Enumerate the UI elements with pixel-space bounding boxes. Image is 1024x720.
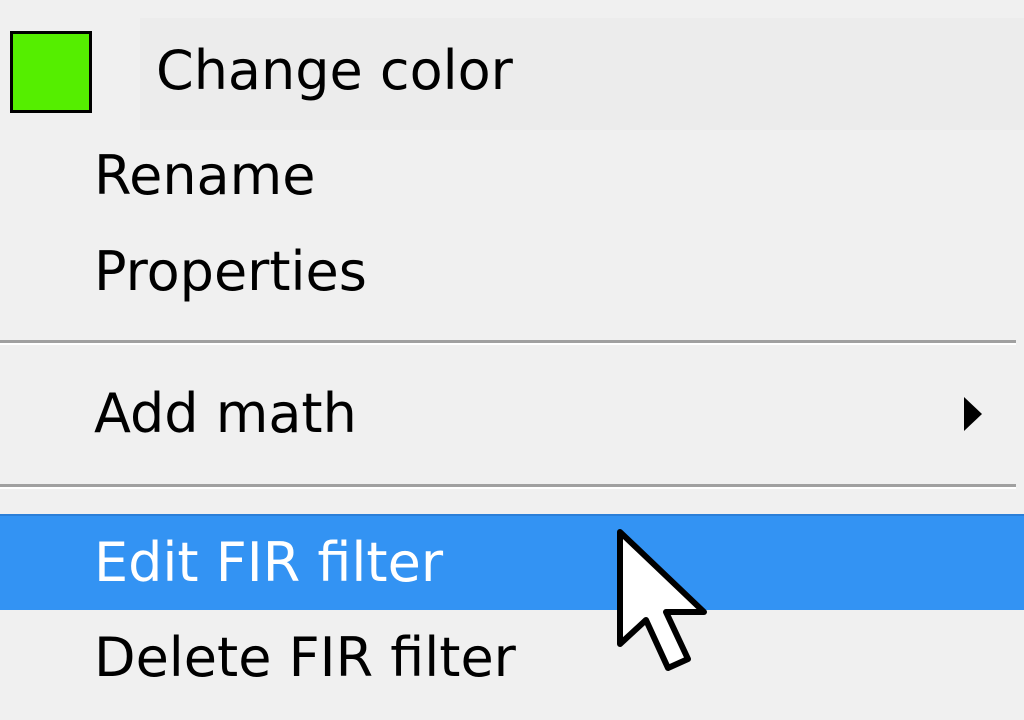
- menu-item-properties[interactable]: Properties: [0, 224, 1024, 320]
- menu-item-add-math[interactable]: Add math: [0, 366, 1024, 462]
- menu-item-label: Edit FIR filter: [94, 531, 444, 594]
- color-swatch-icon: [10, 31, 92, 113]
- menu-item-change-color[interactable]: Change color: [0, 14, 1024, 130]
- menu-item-delete-fir-filter[interactable]: Delete FIR filter: [0, 610, 1024, 706]
- menu-item-label: Rename: [94, 144, 316, 207]
- menu-item-rename[interactable]: Rename: [0, 128, 1024, 224]
- menu-separator: [0, 484, 1016, 489]
- menu-item-label: Add math: [94, 382, 357, 445]
- menu-item-label: Change color: [156, 39, 513, 102]
- mouse-pointer-icon: [617, 529, 707, 671]
- context-menu: Change color Rename Properties Add math …: [0, 0, 1024, 720]
- menu-item-label: Properties: [94, 240, 367, 303]
- menu-separator: [0, 340, 1016, 345]
- menu-item-edit-fir-filter[interactable]: Edit FIR filter: [0, 514, 1024, 610]
- chevron-right-icon: [964, 397, 982, 431]
- menu-item-label: Delete FIR filter: [94, 626, 516, 689]
